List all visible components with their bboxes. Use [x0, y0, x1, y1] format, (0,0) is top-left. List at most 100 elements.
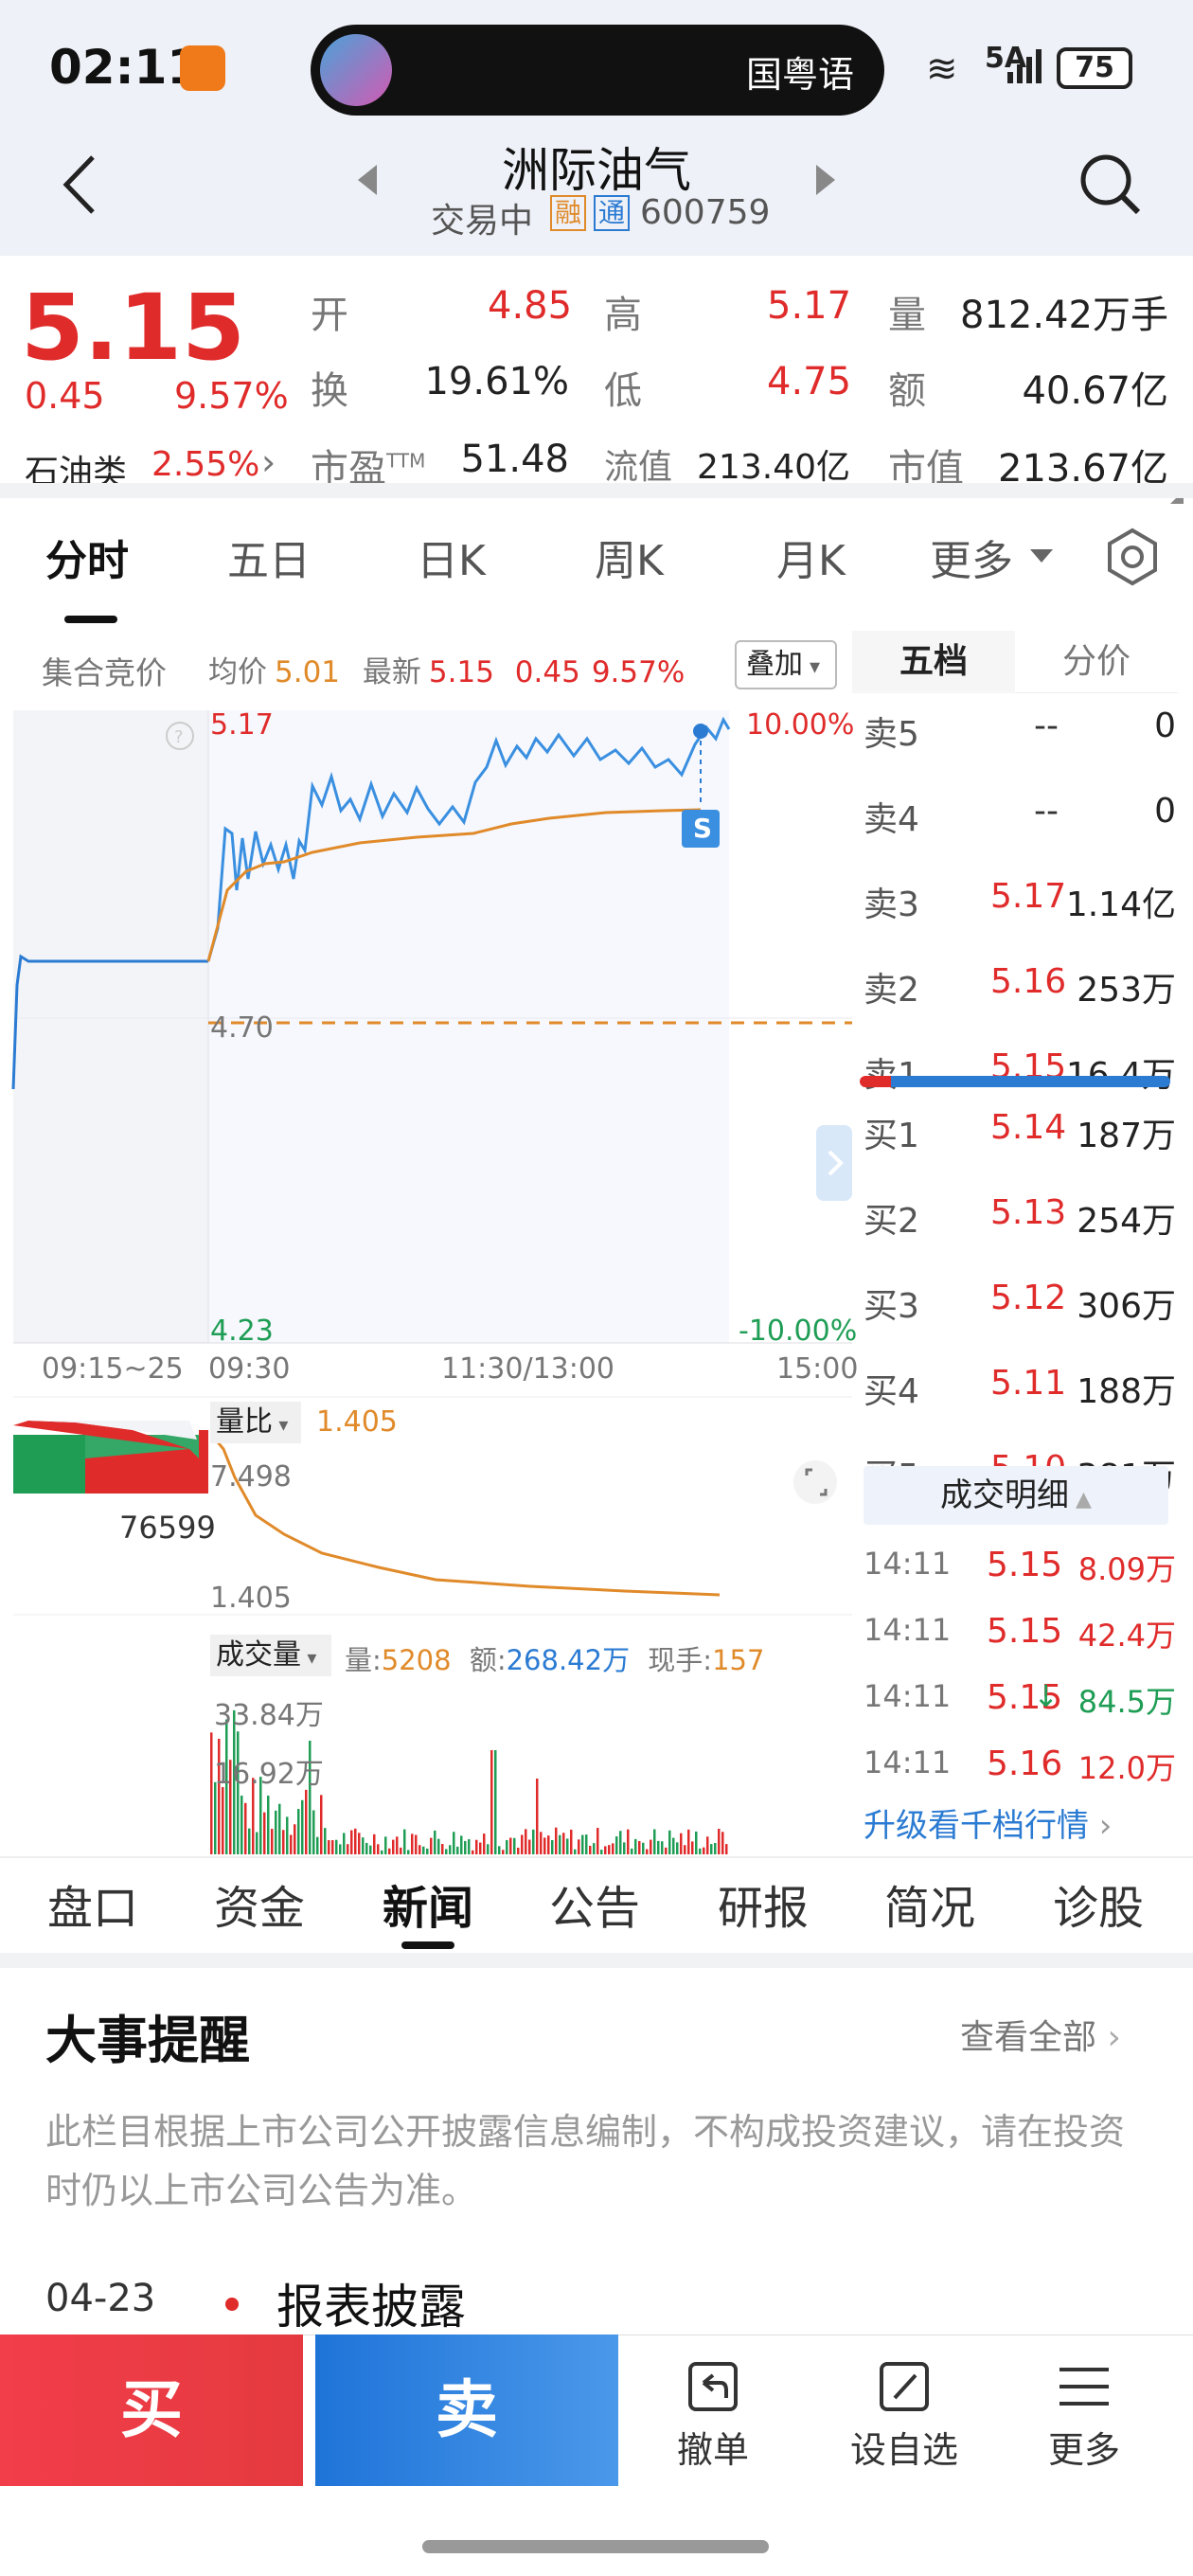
- volume-bar: [612, 1843, 614, 1854]
- orderbook-tabs: 五档 分价: [852, 631, 1178, 693]
- volume-bar: [411, 1834, 414, 1854]
- view-all-link[interactable]: 查看全部 ›: [960, 2010, 1121, 2059]
- tab-five-levels[interactable]: 五档: [852, 631, 1015, 693]
- battery-icon: 75: [1057, 47, 1132, 89]
- deal-volume: 8.09万: [1077, 1551, 1176, 1587]
- volume-bar: [596, 1828, 599, 1854]
- overlay-dropdown[interactable]: 叠加 ▾: [735, 640, 837, 689]
- tab-funds[interactable]: 资金: [214, 1870, 305, 1937]
- back-icon[interactable]: [57, 152, 104, 218]
- time-close: 15:00: [776, 1352, 859, 1386]
- tab-research[interactable]: 研报: [718, 1870, 809, 1937]
- volume-bar: [278, 1803, 281, 1854]
- home-indicator[interactable]: [422, 2540, 769, 2553]
- event-title[interactable]: 报表披露: [276, 2269, 466, 2337]
- sector-pct[interactable]: 2.55%: [151, 445, 259, 484]
- sell-level-row[interactable]: 卖4 -- 0: [864, 792, 1176, 849]
- level-label: 买1: [864, 1117, 919, 1155]
- sell-level-row[interactable]: 卖5 -- 0: [864, 707, 1176, 763]
- tab-price-distribution[interactable]: 分价: [1015, 631, 1178, 693]
- tab-intraday[interactable]: 分时: [45, 527, 129, 587]
- volume-bar: [589, 1845, 592, 1854]
- connect-badge: 通: [594, 195, 630, 231]
- margin-badge: 融: [550, 195, 586, 231]
- prev-stock-icon[interactable]: [356, 161, 379, 199]
- volume-bar: [608, 1845, 611, 1854]
- tab-more[interactable]: 更多: [930, 527, 1013, 587]
- tab-order-book[interactable]: 盘口: [47, 1870, 138, 1937]
- volume-bar: [312, 1810, 315, 1854]
- deal-time: 14:11: [864, 1678, 952, 1714]
- signal-icon: [1006, 47, 1043, 85]
- volume-bar: [513, 1837, 516, 1854]
- ratio-dropdown[interactable]: 量比 ▾: [210, 1402, 301, 1443]
- sector-chevron-icon[interactable]: ›: [261, 441, 276, 483]
- search-icon[interactable]: [1076, 150, 1144, 218]
- menu-icon: [1056, 2358, 1113, 2415]
- deal-volume: 12.0万: [1077, 1750, 1176, 1786]
- ratio-top: 7.498: [210, 1460, 292, 1494]
- buy-level-row[interactable]: 买1 5.14 187万: [864, 1108, 1176, 1165]
- buy-button[interactable]: 买: [0, 2334, 303, 2486]
- deal-detail-header[interactable]: 成交明细 ▲: [864, 1466, 1168, 1525]
- tab-announcements[interactable]: 公告: [549, 1870, 640, 1937]
- sell-marker[interactable]: S: [686, 813, 720, 844]
- volume-bar: [335, 1839, 338, 1854]
- volume-bar: [657, 1840, 660, 1854]
- more-button[interactable]: 更多: [1004, 2358, 1165, 2472]
- buy-level-row[interactable]: 买2 5.13 254万: [864, 1193, 1176, 1250]
- sell-level-row[interactable]: 卖3 5.17 1.14亿: [864, 877, 1176, 934]
- tab-profile[interactable]: 简况: [884, 1870, 975, 1937]
- volume-bar: [210, 1732, 213, 1854]
- level-price: 5.17: [990, 877, 1067, 916]
- tab-five-day[interactable]: 五日: [227, 527, 311, 587]
- intraday-chart[interactable]: ?: [0, 701, 852, 1856]
- divider: [0, 1953, 1193, 1968]
- buy-level-row[interactable]: 买4 5.11 188万: [864, 1364, 1176, 1421]
- volume-bar: [615, 1836, 618, 1854]
- level-price: 5.11: [990, 1364, 1067, 1403]
- caret-down-icon[interactable]: [1030, 549, 1053, 563]
- volume-bar: [509, 1837, 512, 1854]
- volume-bar: [555, 1827, 558, 1854]
- buy-level-row[interactable]: 买3 5.12 306万: [864, 1279, 1176, 1335]
- volume-bar: [483, 1834, 486, 1854]
- deal-row: 14:11 5.15 ↓ 84.5万: [864, 1678, 1176, 1735]
- sell-button[interactable]: 卖: [315, 2334, 618, 2486]
- deal-row: 14:11 5.16 12.0万: [864, 1744, 1176, 1801]
- volume-bar: [331, 1840, 334, 1854]
- edit-icon: [876, 2358, 933, 2415]
- tab-daily-k[interactable]: 日K: [417, 527, 486, 587]
- volume-bar: [468, 1839, 471, 1854]
- volume-bar: [324, 1828, 327, 1854]
- add-watchlist-button[interactable]: 设自选: [824, 2358, 985, 2472]
- tab-weekly-k[interactable]: 周K: [595, 527, 664, 587]
- volume-bar: [339, 1844, 342, 1854]
- price-change: 0.45: [25, 375, 105, 417]
- turnover-value: 19.61%: [424, 360, 569, 403]
- sell-level-row[interactable]: 卖2 5.16 253万: [864, 962, 1176, 1019]
- time-open: 09:30: [208, 1352, 291, 1386]
- level-label: 买3: [864, 1287, 919, 1326]
- tab-diagnosis[interactable]: 诊股: [1053, 1870, 1144, 1937]
- level-volume: 187万: [1077, 1117, 1176, 1155]
- level-volume: 306万: [1077, 1287, 1176, 1326]
- next-stock-icon[interactable]: [814, 161, 837, 199]
- chart-settings-icon[interactable]: [1102, 527, 1163, 587]
- volume-bar: [449, 1845, 452, 1854]
- volume-bar: [434, 1830, 436, 1854]
- tab-monthly-k[interactable]: 月K: [776, 527, 846, 587]
- volume-bar: [676, 1842, 679, 1854]
- stock-code: 600759: [640, 193, 771, 232]
- level-label: 买4: [864, 1372, 919, 1411]
- cancel-order-button[interactable]: 撤单: [632, 2358, 793, 2472]
- volume-bar: [725, 1844, 728, 1854]
- volume-dropdown[interactable]: 成交量 ▾: [210, 1635, 331, 1676]
- status-time: 02:11: [49, 40, 201, 95]
- bid-ask-ratio-bar: [860, 1076, 1170, 1087]
- tab-news[interactable]: 新闻: [383, 1870, 473, 1937]
- volume-bar: [627, 1829, 630, 1854]
- volume-bar: [301, 1799, 304, 1854]
- volume-bar: [263, 1812, 266, 1854]
- upgrade-link[interactable]: 升级看千档行情 ›: [864, 1799, 1112, 1846]
